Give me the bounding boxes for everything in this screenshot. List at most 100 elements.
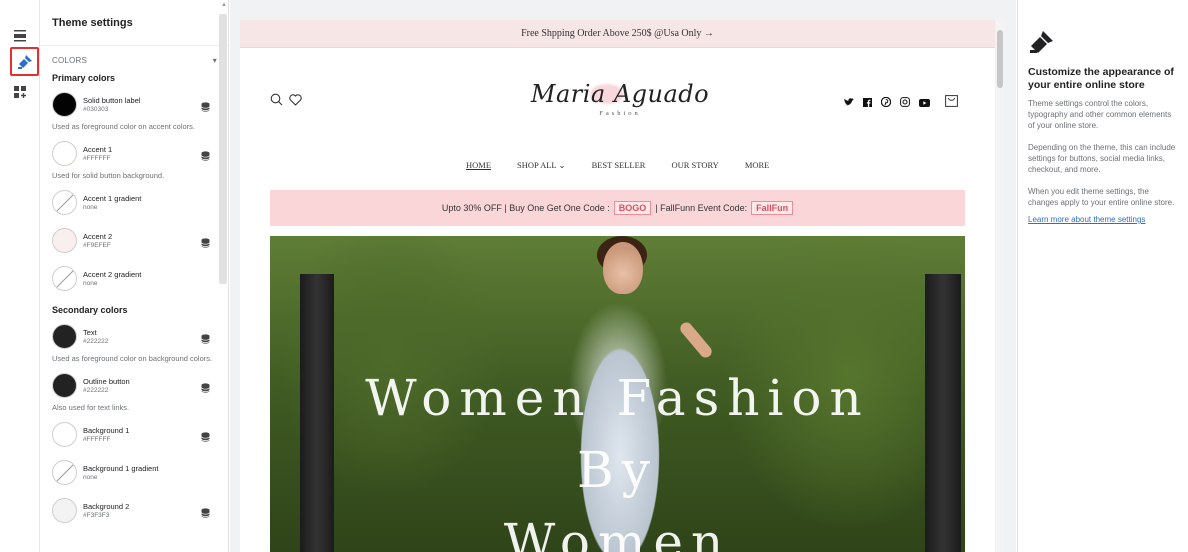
color-swatch[interactable] [52,189,77,215]
color-setting[interactable]: Accent 1 #FFFFFF [41,136,228,170]
database-icon[interactable] [201,148,211,161]
panel-title: Theme settings [41,0,228,46]
color-swatch[interactable] [52,227,77,253]
promo-banner: Upto 30% OFF | Buy One Get One Code : BO… [270,190,965,226]
caret-down-icon: ▾ [212,56,217,65]
promo-text-middle: | FallFunn Event Code: [655,203,748,213]
database-icon[interactable] [201,235,211,248]
nav-more[interactable]: MORE [745,160,770,171]
color-name: Solid button label [83,95,141,105]
header-left-icons [270,93,302,111]
sections-icon[interactable] [10,26,30,46]
theme-settings-icon[interactable] [10,47,39,76]
paint-roller-icon [1028,28,1056,56]
color-setting[interactable]: Background 2 #F3F3F3 [41,493,228,527]
color-name: Text [83,327,97,337]
instagram-icon[interactable] [900,94,910,112]
color-name: Outline button [83,376,130,386]
color-value: none [83,279,98,287]
hero-line-1: Women Fashion [365,369,870,427]
color-setting[interactable]: Solid button label #030303 [41,87,228,121]
color-label-group: Accent 2 gradient none [83,270,217,287]
nav-best-seller[interactable]: BEST SELLER [592,160,646,171]
nav-our-story[interactable]: OUR STORY [671,160,718,171]
panel-scrollbar[interactable] [219,14,227,284]
learn-more-link[interactable]: Learn more about theme settings [1028,215,1178,224]
secondary-colors-title: Secondary colors [52,305,128,315]
color-help-text: Used as foreground color on background c… [52,354,213,363]
color-swatch[interactable] [52,372,77,398]
hero-line-2: By [577,441,658,499]
nav-shop-all-label: SHOP ALL [517,160,557,170]
color-label-group: Accent 2 #F9EFEF [83,232,201,249]
color-swatch[interactable] [52,140,77,166]
announcement-bar[interactable]: Free Shpping Order Above 250$ @Usa Only … [240,20,995,48]
color-label-group: Outline button #222222 [83,377,201,394]
youtube-icon[interactable] [919,94,930,112]
hero-model-arm [677,320,715,360]
color-help-text: Also used for text links. [52,403,130,412]
hero-banner[interactable]: Women Fashion By Women [270,236,965,552]
nav-home[interactable]: HOME [466,160,491,171]
color-help-text: Used for solid button background. [52,171,165,180]
icon-rail [0,0,40,552]
color-label-group: Accent 1 gradient none [83,194,217,211]
cart-icon[interactable] [945,94,958,112]
color-swatch[interactable] [52,91,77,117]
nav-shop-all[interactable]: SHOP ALL ⌄ [517,160,566,171]
color-setting[interactable]: Background 1 #FFFFFF [41,417,228,451]
preview-scrollbar[interactable] [997,30,1003,88]
color-setting[interactable]: Accent 1 gradient none [41,185,228,219]
secondary-color-list: Text #222222 Used as foreground color on b… [41,319,228,527]
color-setting[interactable]: Text #222222 [41,319,228,353]
search-icon[interactable] [270,93,283,111]
scroll-up-icon[interactable]: ▲ [221,2,227,10]
color-setting[interactable]: Outline button #222222 [41,368,228,402]
store-logo[interactable]: Maria Aguado Fashion [520,80,720,117]
facebook-icon[interactable] [863,94,872,112]
theme-settings-panel: Theme settings COLORS ▾ Primary colors S… [41,0,229,552]
preview-scrollbar-track [996,20,1004,552]
chevron-down-icon: ⌄ [558,160,566,170]
info-paragraph-3: When you edit theme settings, the change… [1028,187,1175,207]
color-value: #222222 [83,337,109,345]
color-name: Background 2 [83,501,130,511]
color-value: none [83,203,98,211]
section-label: COLORS [52,56,87,65]
database-icon[interactable] [201,380,211,393]
database-icon[interactable] [201,505,211,518]
color-label-group: Background 1 gradient none [83,464,217,481]
database-icon[interactable] [201,99,211,112]
promo-code-bogo: BOGO [613,201,652,215]
color-label-group: Solid button label #030303 [83,96,201,113]
color-name: Background 1 [83,425,130,435]
color-setting[interactable]: Accent 2 #F9EFEF [41,223,228,257]
color-setting[interactable]: Accent 2 gradient none [41,261,228,295]
database-icon[interactable] [201,331,211,344]
primary-color-list: Solid button label #030303 Used as foregro… [41,87,228,295]
info-paragraph-2: Depending on the theme, this can include… [1028,143,1176,174]
colors-section-toggle[interactable]: COLORS ▾ [41,46,228,65]
color-name: Accent 1 gradient [83,193,142,203]
heart-icon[interactable] [289,93,302,111]
info-paragraph-1: Theme settings control the colors, typog… [1028,99,1172,130]
twitter-icon[interactable] [844,94,854,112]
color-swatch[interactable] [52,421,77,447]
hero-heading: Women Fashion By Women [270,362,965,552]
hero-model-face [603,242,643,294]
pinterest-icon[interactable] [880,94,892,112]
hero-line-3: Women [503,513,732,552]
color-label-group: Background 2 #F3F3F3 [83,502,201,519]
color-value: none [83,473,98,481]
color-setting[interactable]: Background 1 gradient none [41,455,228,489]
logo-subtitle: Fashion [599,110,641,117]
color-swatch[interactable] [52,265,77,291]
color-swatch[interactable] [52,323,77,349]
color-label-group: Background 1 #FFFFFF [83,426,201,443]
color-name: Background 1 gradient [83,463,159,473]
color-swatch[interactable] [52,459,77,485]
database-icon[interactable] [201,429,211,442]
color-swatch[interactable] [52,497,77,523]
app-blocks-icon[interactable] [10,82,30,102]
color-label-group: Accent 1 #FFFFFF [83,145,201,162]
